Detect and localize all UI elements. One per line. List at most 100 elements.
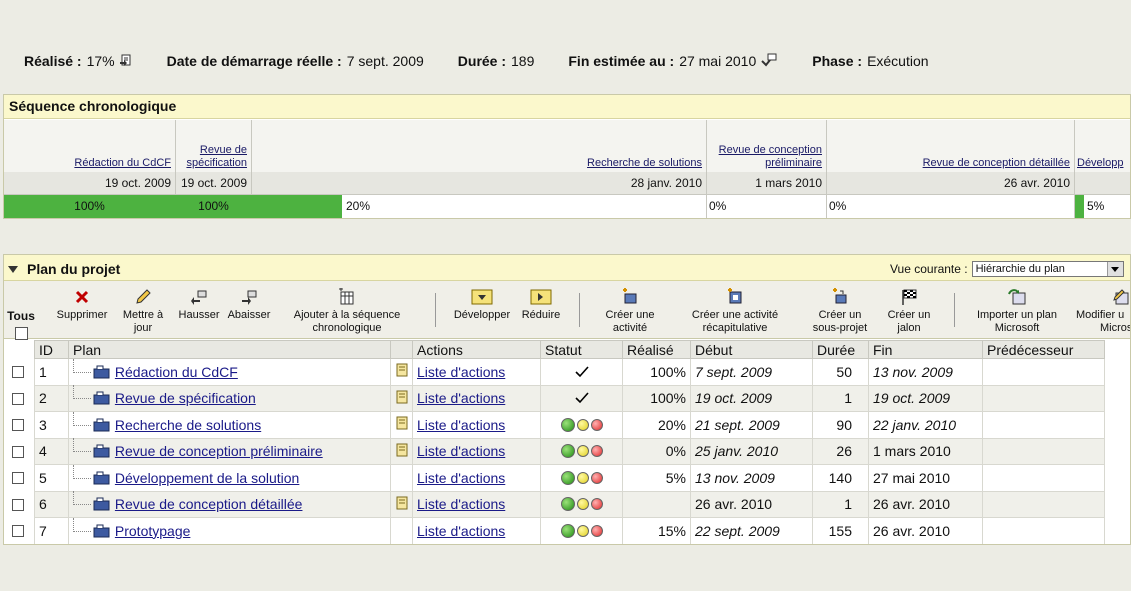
row-checkbox[interactable]: [12, 472, 24, 484]
summary-duration: Durée : 189: [457, 53, 535, 69]
col-id[interactable]: ID: [34, 340, 69, 359]
row-debut: 26 avr. 2010: [690, 490, 813, 518]
table-row[interactable]: 4 Revue de conception préliminaire Liste …: [34, 437, 1105, 465]
row-note: [390, 490, 413, 518]
view-select[interactable]: Hiérarchie du plan: [971, 261, 1124, 277]
row-actions: Liste d'actions: [412, 464, 541, 492]
update-button[interactable]: Mettre à jour: [116, 287, 170, 335]
note-icon[interactable]: [396, 443, 408, 457]
create-activity-button[interactable]: Créer une activité: [600, 287, 660, 335]
action-list-link[interactable]: Liste d'actions: [417, 470, 505, 486]
yellow-light-icon: [576, 418, 589, 431]
row-realise: 5%: [622, 464, 691, 492]
table-row[interactable]: 6 Revue de conception détaillée Liste d'a…: [34, 490, 1105, 518]
task-link[interactable]: Rédaction du CdCF: [115, 364, 238, 380]
action-list-link[interactable]: Liste d'actions: [417, 496, 505, 512]
col-realise[interactable]: Réalisé: [622, 340, 691, 359]
row-checkbox[interactable]: [12, 366, 24, 378]
col-fin[interactable]: Fin: [868, 340, 983, 359]
table-row[interactable]: 3 Recherche de solutions Liste d'actions 2…: [34, 411, 1105, 439]
task-link[interactable]: Revue de spécification: [115, 390, 256, 406]
collapse-triangle-icon[interactable]: [8, 265, 18, 273]
row-checkbox[interactable]: [12, 393, 24, 405]
action-list-link[interactable]: Liste d'actions: [417, 364, 505, 380]
row-fin: 26 avr. 2010: [868, 490, 983, 518]
col-actions[interactable]: Actions: [412, 340, 541, 359]
details-icon[interactable]: [119, 54, 133, 68]
table-row[interactable]: 2 Revue de spécification Liste d'actions 1…: [34, 384, 1105, 412]
action-list-link[interactable]: Liste d'actions: [417, 390, 505, 406]
subproject-icon: [833, 288, 847, 304]
row-note: [390, 437, 413, 465]
task-link[interactable]: Revue de conception préliminaire: [115, 443, 323, 459]
create-milestone-button[interactable]: Créer un jalon: [882, 287, 936, 335]
red-light-icon: [590, 445, 603, 458]
create-subproject-button[interactable]: Créer un sous-projet: [808, 287, 872, 335]
milestone-progress: 100%: [176, 195, 252, 218]
checkered-flag-icon: [902, 289, 917, 305]
row-duree: 26: [812, 437, 869, 465]
col-duree[interactable]: Durée: [812, 340, 869, 359]
milestone-link[interactable]: Revue de spécification: [178, 144, 247, 170]
col-statut[interactable]: Statut: [540, 340, 623, 359]
table-row[interactable]: 7 Prototypage Liste d'actions 15% 22 sept. …: [34, 517, 1105, 544]
milestone-link[interactable]: Recherche de solutions: [587, 157, 702, 170]
row-debut: 13 nov. 2009: [690, 464, 813, 492]
create-summary-activity-button[interactable]: Créer une activité récapitulative: [686, 287, 784, 335]
row-duree: 140: [812, 464, 869, 492]
import-plan-button[interactable]: Importer un plan Microsoft: [970, 287, 1064, 335]
table-row[interactable]: 5 Développement de la solution Liste d'ac…: [34, 464, 1105, 492]
milestone-link[interactable]: Rédaction du CdCF: [74, 157, 171, 170]
row-predecesseur: [982, 464, 1105, 492]
delete-button[interactable]: Supprimer: [52, 287, 112, 322]
tree-connector: [73, 438, 91, 453]
action-list-link[interactable]: Liste d'actions: [417, 417, 505, 433]
select-all-checkbox[interactable]: [14, 327, 28, 340]
row-checkbox[interactable]: [12, 446, 24, 458]
yellow-light-icon: [576, 524, 589, 537]
action-list-link[interactable]: Liste d'actions: [417, 523, 505, 539]
row-plan: Revue de conception détaillée: [68, 490, 391, 518]
task-link[interactable]: Recherche de solutions: [115, 417, 261, 433]
milestone-link[interactable]: Revue de conception détaillée: [923, 157, 1070, 170]
note-icon[interactable]: [396, 416, 408, 430]
note-icon[interactable]: [396, 363, 408, 377]
col-predecesseur[interactable]: Prédécesseur: [982, 340, 1105, 359]
row-id: 2: [34, 384, 69, 412]
row-actions: Liste d'actions: [412, 517, 541, 544]
collapse-button[interactable]: Réduire: [516, 287, 566, 322]
note-icon[interactable]: [396, 390, 408, 404]
table-row[interactable]: 1 Rédaction du CdCF Liste d'actions 100% 7 …: [34, 358, 1105, 386]
expand-button[interactable]: Développer: [450, 287, 514, 322]
action-list-link[interactable]: Liste d'actions: [417, 443, 505, 459]
row-checkbox[interactable]: [12, 525, 24, 537]
project-folder-icon: [93, 471, 110, 485]
modify-plan-button[interactable]: Modifier u Micros: [1076, 287, 1130, 335]
row-status: [540, 517, 623, 544]
milestone-link[interactable]: Revue de conception préliminaire: [709, 144, 822, 170]
milestone-date: 28 janv. 2010: [252, 172, 707, 194]
add-to-timeline-button[interactable]: Ajouter à la séquence chronologique: [286, 287, 408, 335]
row-fin: 1 mars 2010: [868, 437, 983, 465]
row-checkbox[interactable]: [12, 419, 24, 431]
row-checkbox[interactable]: [12, 499, 24, 511]
row-plan: Prototypage: [68, 517, 391, 544]
plan-title[interactable]: Plan du projet: [8, 261, 120, 277]
task-link[interactable]: Prototypage: [115, 523, 191, 539]
milestone-link[interactable]: Développ: [1077, 157, 1123, 170]
col-debut[interactable]: Début: [690, 340, 813, 359]
task-link[interactable]: Développement de la solution: [115, 470, 299, 486]
row-note: [390, 464, 413, 492]
timeline-grid: Rédaction du CdCF Revue de spécification…: [4, 120, 1130, 218]
row-duree: 90: [812, 411, 869, 439]
demote-button[interactable]: Abaisser: [224, 287, 274, 322]
note-icon[interactable]: [396, 496, 408, 510]
promote-button[interactable]: Hausser: [176, 287, 222, 322]
col-plan[interactable]: Plan: [68, 340, 391, 359]
task-link[interactable]: Revue de conception détaillée: [115, 496, 303, 512]
milestone-date: 26 avr. 2010: [827, 172, 1075, 194]
calculate-icon[interactable]: [760, 53, 778, 69]
plan-header: Plan du projet Vue courante : Hiérarchie…: [4, 255, 1130, 281]
timeline-progress-row: 100% 100% 20% 0% 0% 5%: [4, 194, 1130, 218]
chevron-down-icon[interactable]: [1106, 262, 1123, 276]
